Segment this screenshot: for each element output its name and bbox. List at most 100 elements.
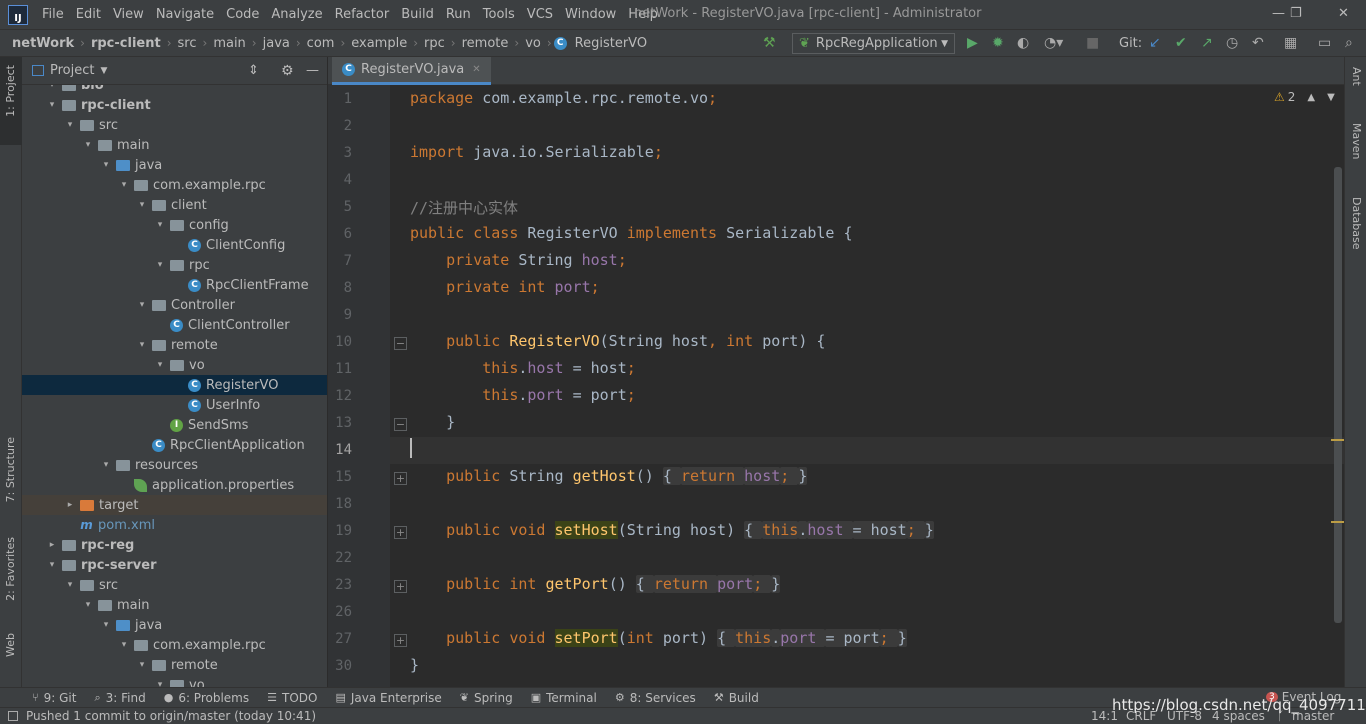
tree-item[interactable]: C ClientController — [22, 315, 327, 335]
chevron-down-icon[interactable]: ▾ — [136, 200, 148, 210]
breadcrumb-item[interactable]: vo — [521, 36, 545, 51]
tree-item[interactable]: ▾ vo — [22, 675, 327, 687]
menu-analyze[interactable]: Analyze — [265, 7, 328, 22]
tool-window-build[interactable]: ⚒ Build — [714, 691, 759, 705]
tree-item[interactable]: ▾ main — [22, 595, 327, 615]
stop-icon[interactable]: ■ — [1086, 35, 1099, 51]
fold-expand-icon[interactable]: + — [394, 526, 407, 539]
chevron-down-icon[interactable]: ▾ — [46, 100, 58, 110]
favorites-tool-button[interactable]: 2: Favorites — [4, 537, 17, 601]
build-hammer-icon[interactable]: ⚒ — [763, 35, 776, 51]
tree-item[interactable]: ▾ remote — [22, 655, 327, 675]
hide-panel-icon[interactable]: — — [306, 63, 319, 78]
git-update-icon[interactable]: ↙ — [1149, 35, 1161, 51]
tree-item[interactable]: ▸ rpc-reg — [22, 535, 327, 555]
close-icon[interactable]: ✕ — [1338, 6, 1349, 21]
chevron-down-icon[interactable]: ▾ — [154, 360, 166, 370]
chevron-down-icon[interactable]: ▾ — [118, 180, 130, 190]
fold-expand-icon[interactable]: + — [394, 634, 407, 647]
tree-item[interactable]: m pom.xml — [22, 515, 327, 535]
minimize-icon[interactable]: — — [1272, 6, 1285, 21]
tree-item[interactable]: ▸ target — [22, 495, 327, 515]
tool-window-git[interactable]: ⑂ 9: Git — [32, 691, 76, 705]
tree-item[interactable]: ▾ java — [22, 615, 327, 635]
tree-item[interactable]: ▾ remote — [22, 335, 327, 355]
breadcrumb-item[interactable]: main — [209, 36, 249, 51]
menu-build[interactable]: Build — [395, 7, 440, 22]
tree-item[interactable]: C ClientConfig — [22, 235, 327, 255]
tool-window-java-enterprise[interactable]: ▤ Java Enterprise — [335, 691, 441, 705]
tree-item[interactable]: ▾ src — [22, 115, 327, 135]
restore-icon[interactable]: ❐ — [1290, 6, 1302, 21]
fold-expand-icon[interactable]: + — [394, 580, 407, 593]
menu-code[interactable]: Code — [220, 7, 265, 22]
tree-item[interactable]: C RegisterVO — [22, 375, 327, 395]
breadcrumb-item[interactable]: netWork — [8, 36, 78, 51]
chevron-down-icon[interactable]: ▾ — [118, 640, 130, 650]
tool-window-terminal[interactable]: ▣ Terminal — [531, 691, 597, 705]
error-stripe-mark[interactable] — [1331, 439, 1344, 441]
menu-run[interactable]: Run — [440, 7, 477, 22]
breadcrumb-item[interactable]: java — [259, 36, 294, 51]
settings-gear-icon[interactable]: ⚙ — [281, 63, 294, 79]
tree-item[interactable]: I SendSms — [22, 415, 327, 435]
chevron-down-icon[interactable]: ▾ — [100, 460, 112, 470]
ant-tool-button[interactable]: Ant — [1350, 67, 1363, 86]
menu-vcs[interactable]: VCS — [521, 7, 559, 22]
menu-edit[interactable]: Edit — [70, 7, 107, 22]
structure-tool-button[interactable]: 7: Structure — [4, 437, 17, 502]
breadcrumb-item[interactable]: rpc-client — [87, 36, 165, 51]
chevron-down-icon[interactable]: ▾ — [136, 340, 148, 350]
menu-view[interactable]: View — [107, 7, 150, 22]
profiler-icon[interactable]: ◔▾ — [1044, 35, 1063, 51]
tool-window-spring[interactable]: ❦ Spring — [460, 691, 513, 705]
menu-file[interactable]: File — [36, 7, 70, 22]
web-tool-button[interactable]: Web — [4, 633, 17, 657]
chevron-right-icon[interactable]: ▸ — [64, 500, 76, 510]
tree-item[interactable]: C RpcClientApplication — [22, 435, 327, 455]
project-view-label[interactable]: Project — [50, 63, 94, 78]
chevron-down-icon[interactable]: ▾ — [136, 300, 148, 310]
tree-item[interactable]: ▾ client — [22, 195, 327, 215]
fold-collapse-icon[interactable]: − — [394, 418, 407, 431]
breadcrumb-item[interactable]: remote — [458, 36, 513, 51]
coverage-icon[interactable]: ◐ — [1017, 35, 1029, 51]
tree-item[interactable]: C UserInfo — [22, 395, 327, 415]
chevron-down-icon[interactable]: ▾ — [82, 600, 94, 610]
breadcrumb-item[interactable]: com — [303, 36, 339, 51]
tree-item[interactable]: ▾ java — [22, 155, 327, 175]
chevron-down-icon[interactable]: ▾ — [154, 260, 166, 270]
menu-tools[interactable]: Tools — [477, 7, 521, 22]
tree-item[interactable]: application.properties — [22, 475, 327, 495]
project-tool-button[interactable]: 1: Project — [4, 65, 17, 117]
tree-item[interactable]: ▾ resources — [22, 455, 327, 475]
tool-window-services[interactable]: ⚙ 8: Services — [615, 691, 696, 705]
tree-item[interactable]: ▾ vo — [22, 355, 327, 375]
inspection-widget[interactable]: ⚠ 2 ▲ ▼ — [1274, 90, 1335, 104]
fold-expand-icon[interactable]: + — [394, 472, 407, 485]
editor-scrollbar[interactable] — [1334, 167, 1342, 623]
chevron-down-icon[interactable]: ▾ — [46, 85, 58, 90]
presentation-icon[interactable]: ▭ — [1318, 35, 1331, 51]
tool-window-todo[interactable]: ☰ TODO — [267, 691, 317, 705]
tree-item[interactable]: ▾ rpc-server — [22, 555, 327, 575]
project-structure-icon[interactable]: ▦ — [1284, 35, 1297, 51]
tree-item[interactable]: ▾ com.example.rpc — [22, 175, 327, 195]
tree-item[interactable]: ▾ main — [22, 135, 327, 155]
prev-highlight-icon[interactable]: ▲ — [1307, 92, 1315, 103]
git-push-icon[interactable]: ↗ — [1201, 35, 1213, 51]
tree-item[interactable]: ▾ com.example.rpc — [22, 635, 327, 655]
git-commit-icon[interactable]: ✔ — [1175, 35, 1187, 51]
chevron-down-icon[interactable]: ▾ — [100, 620, 112, 630]
chevron-right-icon[interactable]: ▸ — [46, 540, 58, 550]
tree-item[interactable]: ▾ rpc-client — [22, 95, 327, 115]
chevron-down-icon[interactable]: ▾ — [154, 220, 166, 230]
database-tool-button[interactable]: Database — [1350, 197, 1363, 250]
tree-item[interactable]: C RpcClientFrame — [22, 275, 327, 295]
chevron-down-icon[interactable]: ▾ — [64, 120, 76, 130]
tree-item[interactable]: ▾ config — [22, 215, 327, 235]
menu-navigate[interactable]: Navigate — [150, 7, 220, 22]
history-icon[interactable]: ◷ — [1226, 35, 1238, 51]
run-icon[interactable]: ▶ — [967, 35, 978, 51]
collapse-all-icon[interactable]: ⇕ — [248, 63, 259, 78]
